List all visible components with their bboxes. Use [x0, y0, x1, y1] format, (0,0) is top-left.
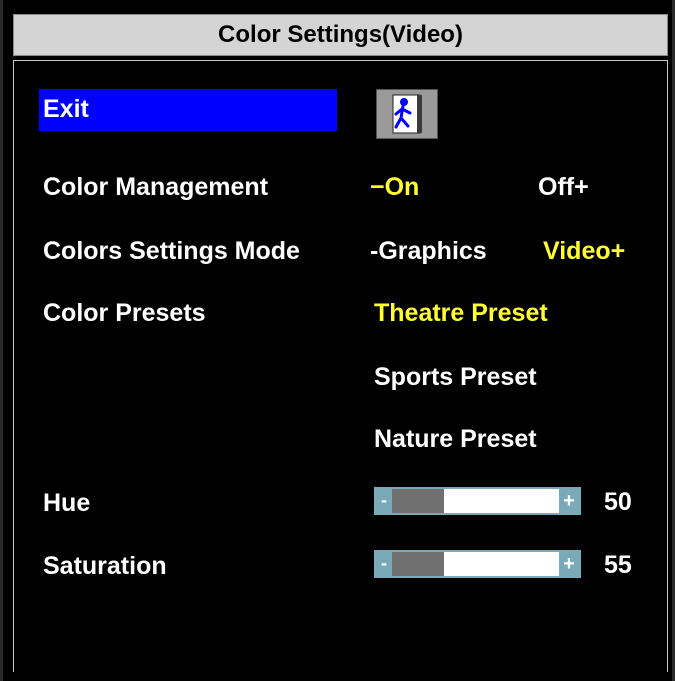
color-management-label[interactable]: Color Management — [43, 172, 268, 202]
exit-label[interactable]: Exit — [43, 94, 89, 124]
saturation-slider[interactable]: - + — [374, 550, 581, 578]
hue-minus-icon[interactable]: - — [376, 489, 392, 513]
window-title: Color Settings(Video) — [218, 21, 463, 48]
colors-settings-mode-label[interactable]: Colors Settings Mode — [43, 236, 300, 266]
osd-menu-window: Color Settings(Video) Exit Color Managem… — [0, 0, 675, 681]
saturation-minus-icon[interactable]: - — [376, 552, 392, 576]
color-management-on-option[interactable]: −On — [370, 172, 419, 202]
saturation-plus-icon[interactable]: + — [559, 552, 579, 576]
color-presets-label[interactable]: Color Presets — [43, 298, 206, 328]
nature-preset-option[interactable]: Nature Preset — [374, 424, 537, 454]
sports-preset-option[interactable]: Sports Preset — [374, 362, 537, 392]
theatre-preset-option[interactable]: Theatre Preset — [374, 298, 548, 328]
hue-label[interactable]: Hue — [43, 488, 90, 518]
hue-slider[interactable]: - + — [374, 487, 581, 515]
saturation-label[interactable]: Saturation — [43, 551, 167, 581]
saturation-value: 55 — [604, 551, 632, 579]
graphics-mode-option[interactable]: -Graphics — [370, 236, 487, 266]
title-bar: Color Settings(Video) — [13, 14, 668, 56]
hue-slider-fill — [392, 489, 444, 513]
hue-plus-icon[interactable]: + — [559, 489, 579, 513]
exit-door-icon[interactable] — [376, 89, 438, 139]
color-management-off-option[interactable]: Off+ — [538, 172, 589, 202]
exit-door-icon-graphic — [392, 94, 422, 134]
video-mode-option[interactable]: Video+ — [543, 236, 625, 266]
saturation-slider-fill — [392, 552, 444, 576]
hue-value: 50 — [604, 488, 632, 516]
